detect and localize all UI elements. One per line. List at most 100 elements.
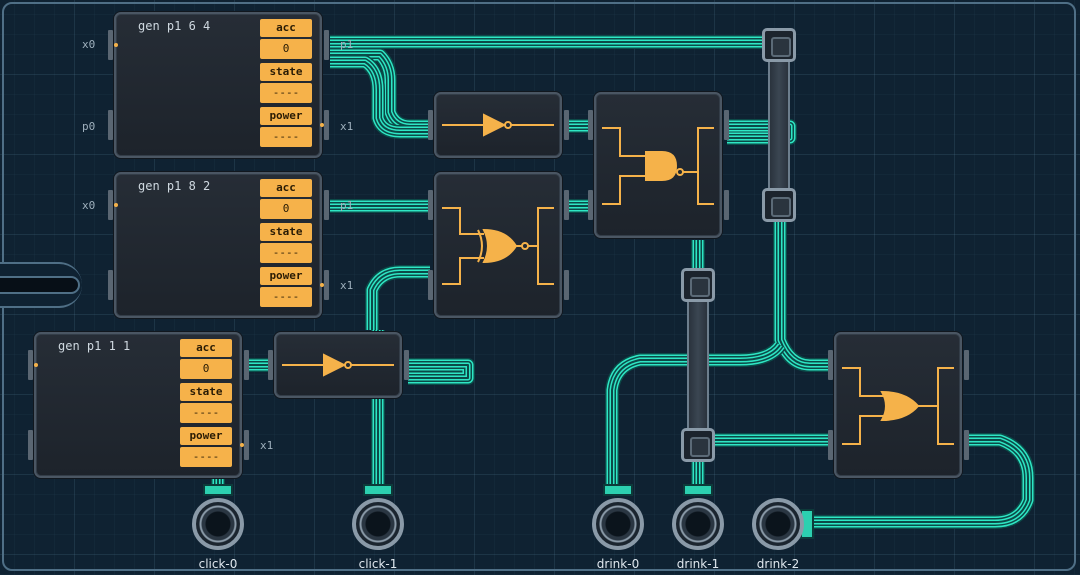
port-led: [114, 203, 118, 207]
bridge-endpoint[interactable]: [762, 188, 796, 222]
port-tab[interactable]: [588, 190, 593, 220]
and-gate-module[interactable]: [594, 92, 722, 238]
generator-module-2[interactable]: gen p1 8 2 acc 0 state ---- power ----: [114, 172, 322, 318]
not-gate-module-2[interactable]: [274, 332, 402, 398]
or-gate-module[interactable]: [834, 332, 962, 478]
generator-title: gen p1 1 1: [58, 339, 131, 353]
port-label-x1: x1: [340, 279, 354, 292]
register-value-state: ----: [180, 403, 232, 423]
register-column: acc 0 state ---- power ----: [260, 179, 312, 311]
port-tab[interactable]: [428, 270, 433, 300]
port-label-x1: x1: [340, 120, 354, 133]
register-value-power: ----: [260, 127, 312, 147]
register-value-acc: 0: [260, 199, 312, 219]
port-label-x0: x0: [82, 38, 96, 51]
generator-module-3[interactable]: gen p1 1 1 acc 0 state ---- power ----: [34, 332, 242, 478]
port-tab[interactable]: [828, 350, 833, 380]
port-tab[interactable]: [564, 190, 569, 220]
wire-gen2-x1-to-xor-strand: [369, 269, 430, 330]
port-tab[interactable]: [108, 270, 113, 300]
register-label-state: state: [260, 223, 312, 241]
register-label-state: state: [260, 63, 312, 81]
port-tab[interactable]: [564, 110, 569, 140]
port-tab[interactable]: [108, 190, 113, 220]
port-tab[interactable]: [964, 430, 969, 460]
not-gate-icon: [282, 353, 394, 377]
port-tab[interactable]: [428, 190, 433, 220]
not-gate-icon: [442, 113, 554, 137]
port-led: [114, 43, 118, 47]
port-tab[interactable]: [28, 430, 33, 460]
port-label-p1: p1: [340, 38, 354, 51]
register-label-acc: acc: [260, 19, 312, 37]
register-value-state: ----: [260, 83, 312, 103]
port-label-x1: x1: [260, 439, 274, 452]
port-tab[interactable]: [828, 430, 833, 460]
port-tab[interactable]: [28, 350, 33, 380]
port-label-p1: p1: [340, 199, 354, 212]
port-led: [320, 283, 324, 287]
port-tab[interactable]: [108, 110, 113, 140]
register-value-power: ----: [260, 287, 312, 307]
xor-gate-icon: [442, 207, 554, 285]
port-tab[interactable]: [564, 270, 569, 300]
register-label-acc: acc: [260, 179, 312, 197]
register-value-power: ----: [180, 447, 232, 467]
pin-label-click-0: click-0: [198, 557, 238, 571]
pin-connector: [603, 484, 633, 496]
pin-click-0[interactable]: [192, 498, 244, 550]
register-value-acc: 0: [180, 359, 232, 379]
wire-bridge-right-down-strand: [774, 220, 830, 371]
generator-module-1[interactable]: gen p1 6 4 acc 0 state ---- power ----: [114, 12, 322, 158]
port-tab[interactable]: [244, 430, 249, 460]
generator-title: gen p1 6 4: [138, 19, 211, 33]
port-tab[interactable]: [724, 110, 729, 140]
pin-connector: [683, 484, 713, 496]
bridge-endpoint[interactable]: [681, 428, 715, 462]
port-tab[interactable]: [108, 30, 113, 60]
pin-connector: [363, 484, 393, 496]
register-column: acc 0 state ---- power ----: [260, 19, 312, 151]
register-column: acc 0 state ---- power ----: [180, 339, 232, 471]
not-gate-module-1[interactable]: [434, 92, 562, 158]
bridge-endpoint[interactable]: [681, 268, 715, 302]
generator-title: gen p1 8 2: [138, 179, 211, 193]
pin-drink-0[interactable]: [592, 498, 644, 550]
pin-label-drink-2: drink-2: [756, 557, 800, 571]
pin-label-click-1: click-1: [358, 557, 398, 571]
port-tab[interactable]: [724, 190, 729, 220]
register-label-power: power: [180, 427, 232, 445]
pin-label-drink-1: drink-1: [676, 557, 720, 571]
port-label-p0: p0: [82, 120, 96, 133]
wire-bridge-1[interactable]: [768, 40, 790, 212]
port-tab[interactable]: [324, 30, 329, 60]
pin-click-1[interactable]: [352, 498, 404, 550]
port-tab[interactable]: [244, 350, 249, 380]
xor-gate-module[interactable]: [434, 172, 562, 318]
port-label-x0: x0: [82, 199, 96, 212]
port-tab[interactable]: [324, 110, 329, 140]
pin-label-drink-0: drink-0: [596, 557, 640, 571]
bridge-endpoint[interactable]: [762, 28, 796, 62]
pin-connector: [203, 484, 233, 496]
port-tab[interactable]: [964, 350, 969, 380]
pin-drink-2[interactable]: [752, 498, 804, 550]
register-value-state: ----: [260, 243, 312, 263]
port-led: [34, 363, 38, 367]
port-led: [320, 123, 324, 127]
port-tab[interactable]: [324, 270, 329, 300]
wire-bridge-2[interactable]: [687, 280, 709, 452]
port-tab[interactable]: [324, 190, 329, 220]
register-label-state: state: [180, 383, 232, 401]
or-gate-icon: [842, 367, 954, 445]
port-led: [240, 443, 244, 447]
register-label-power: power: [260, 267, 312, 285]
register-label-power: power: [260, 107, 312, 125]
register-label-acc: acc: [180, 339, 232, 357]
pin-drink-1[interactable]: [672, 498, 724, 550]
port-tab[interactable]: [428, 110, 433, 140]
port-tab[interactable]: [588, 110, 593, 140]
port-tab[interactable]: [404, 350, 409, 380]
port-tab[interactable]: [268, 350, 273, 380]
register-value-acc: 0: [260, 39, 312, 59]
